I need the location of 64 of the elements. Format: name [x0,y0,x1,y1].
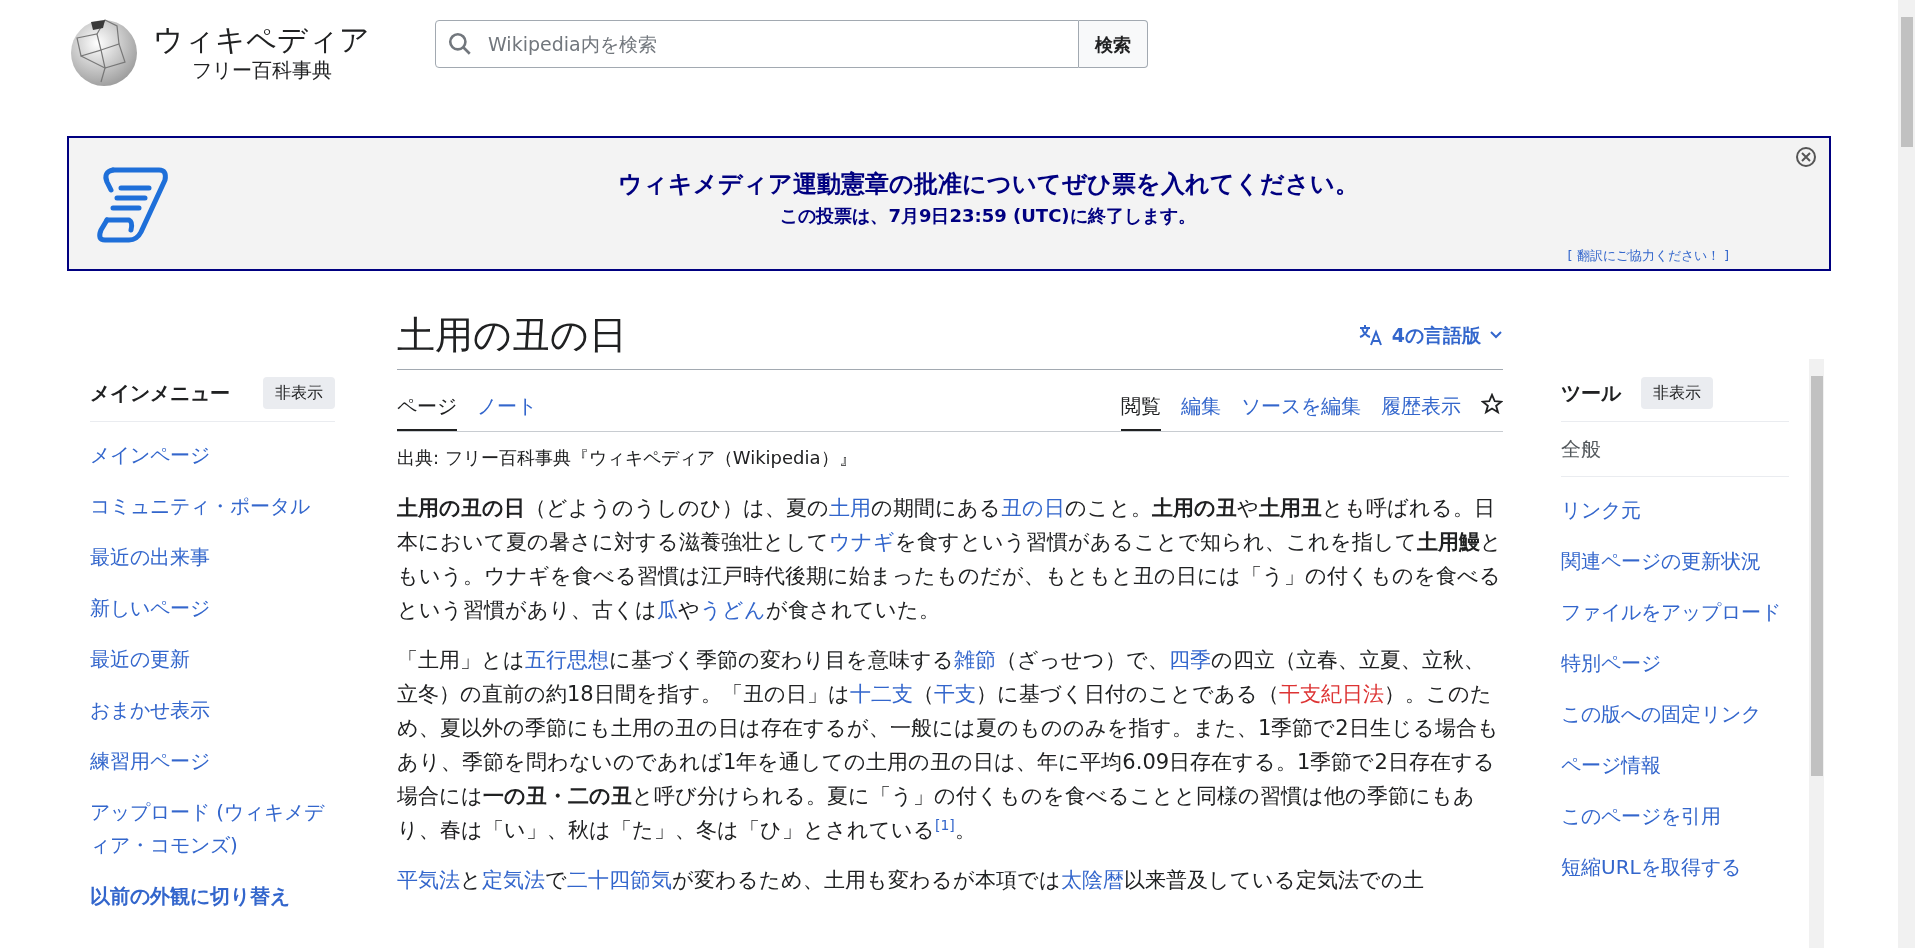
article-link[interactable]: 定気法 [482,868,545,892]
tools-heading: ツール [1561,380,1621,407]
article-link[interactable]: 十二支 [849,682,913,706]
tools-section-label: 全般 [1561,437,1601,461]
language-button[interactable]: 4の言語版 [1357,320,1503,350]
site-tagline: フリー百科事典 [191,58,332,84]
article-link[interactable]: 太陰暦 [1061,868,1124,892]
article-paragraph: 土用の丑の日（どようのうしのひ）は、夏の土用の期間にある 丑の日のこと。土用の丑や土用丑とも呼ばれる。日本において夏の暑さに対する滋養強壮として ウナギを食すという習慣があることで知られ、これを指して土用鰻ともいう。ウナギを食べる習慣は江戸時代後期に始まったものだが、もともと丑の日には「う」の付くものを食べるという習慣があり、古くは瓜や うどんが食されていた。 [397,495,1503,624]
chevron-down-icon [1489,330,1503,340]
menu-link[interactable]: 最近の出来事 [90,532,335,583]
view-tab[interactable]: 編集 [1181,391,1221,431]
search-field[interactable]: Wikipedia内を検索 [435,20,1079,68]
tool-link[interactable]: ファイルをアップロード [1561,587,1789,638]
source-note: 出典: フリー百科事典『ウィキペディア（Wikipedia）』 [397,446,858,470]
article-link[interactable]: 干支 [933,682,976,706]
page-tab[interactable]: ページ [397,391,457,431]
view-tab[interactable]: 閲覧 [1121,391,1161,431]
page-title: 土用の丑の日 [397,312,627,359]
article-link[interactable]: 平気法 [397,868,460,892]
article-paragraph: 平気法と 定気法で二十四節気が変わるため、土用も変わるが本項では太陰暦以来普及している定気法での土 [397,867,1425,894]
article-link[interactable]: 土用 [829,496,871,520]
star-icon[interactable] [1481,393,1503,415]
view-tab[interactable]: 履歴表示 [1381,391,1461,431]
article-paragraph: 「土用」とは五行思想に基づく季節の変わり目を意味する雑節（ざっせつ）で、四季の四立（立春、立夏、立秋、立冬）の直前の約18日間を指す。「丑の日」は十二支（干支）に基づく日付のことである（干支紀日法）。このため、夏以外の季節にも土用の丑の日は存在するが、一般には夏のもののみを指す。また、1季節で2日生じる場合もあり、季節を問わないのであれば1年を通しての土用の丑の日は、年に平均6.09日存在する。1季節で2日存在する場合には一の丑・二の丑と呼び分けられる。夏に「う」の付くものを食べることと同様の習慣は他の季節にもあり、春は「い」、秋は「た」、冬は「ひ」とされている$^{[1]}$。 [397,647,1500,844]
page-scrollbar[interactable] [1898,0,1915,948]
menu-link[interactable]: 練習用ページ [90,736,335,787]
banner-subtitle: この投票は、7月9日23:59 (UTC)に終了します。 [780,204,1196,228]
article-link[interactable]: 五行思想 [525,648,609,672]
sidebar-scrollbar[interactable] [1809,359,1824,948]
translate-icon [1357,323,1384,347]
tool-link[interactable]: ページ情報 [1561,740,1789,791]
hide-button[interactable]: 非表示 [263,377,335,409]
tool-link[interactable]: このページを引用 [1561,791,1789,842]
reference-link[interactable]: [1] [935,817,955,833]
close-icon[interactable] [1795,146,1817,168]
hide-button[interactable]: 非表示 [1641,377,1713,409]
menu-link[interactable]: 新しいページ [90,583,335,634]
menu-link[interactable]: コミュニティ・ポータル [90,481,335,532]
menu-link[interactable]: 最近の更新 [90,634,335,685]
tool-link[interactable]: 関連ページの更新状況 [1561,536,1789,587]
tool-link[interactable]: 短縮URLを取得する [1561,842,1789,893]
tool-link[interactable]: 特別ページ [1561,638,1789,689]
article-link[interactable]: 二十四節気 [567,868,672,892]
article-link[interactable]: 瓜 [657,598,678,622]
site-name[interactable]: ウィキペディア [153,20,370,59]
article-link[interactable]: うどん [700,598,766,622]
article-link[interactable]: 四季 [1169,648,1211,672]
menu-link[interactable]: おまかせ表示 [90,685,335,736]
article-link[interactable]: ウナギ [829,530,895,554]
article-link[interactable]: 丑の日 [1001,496,1065,520]
tool-link[interactable]: この版への固定リンク [1561,689,1789,740]
search-icon [447,31,473,57]
banner-title[interactable]: ウィキメディア運動憲章の批准についてぜひ票を入れてください。 [617,166,1359,202]
tool-link[interactable]: リンク元 [1561,485,1789,536]
article-link[interactable]: 雑節 [954,648,996,672]
translate-link[interactable]: [ 翻訳にご協力ください！ ] [1567,245,1729,265]
menu-link[interactable]: アップロード (ウィキメディア・コモンズ) [90,787,335,871]
menu-link[interactable]: メインページ [90,430,335,481]
missing-article-link[interactable]: 干支紀日法 [1278,682,1384,706]
view-tab[interactable]: ソースを編集 [1241,391,1361,431]
search-button[interactable]: 検索 [1079,20,1148,68]
main-menu-heading: メインメニュー [90,380,230,407]
page-tab[interactable]: ノート [477,391,537,431]
menu-link[interactable]: 以前の外観に切り替え [90,871,335,922]
